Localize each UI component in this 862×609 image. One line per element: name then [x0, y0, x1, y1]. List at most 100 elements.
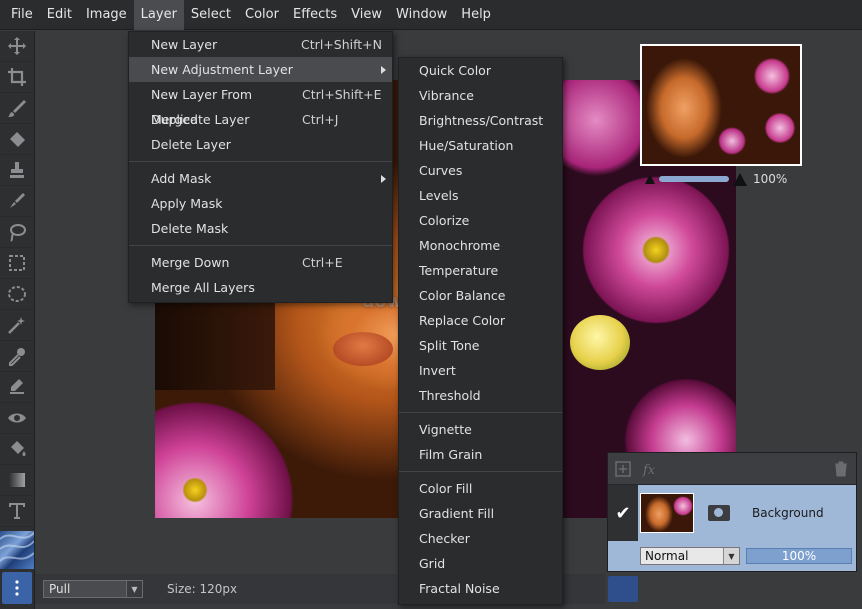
layer-options: Normal ▼ 100%	[608, 541, 856, 571]
submenu-item-curves[interactable]: Curves	[399, 158, 562, 183]
text-tool-icon[interactable]	[0, 496, 33, 527]
zoom-out-icon[interactable]	[645, 174, 655, 184]
eraser-tool-icon[interactable]	[0, 124, 33, 155]
submenu-item-colorize[interactable]: Colorize	[399, 208, 562, 233]
menu-file[interactable]: File	[4, 0, 40, 30]
menu-item-label: Merge All Layers	[151, 280, 255, 295]
layer-menu-dropdown: New Layer Ctrl+Shift+N New Adjustment Lay…	[128, 31, 393, 303]
menu-item-apply-mask[interactable]: Apply Mask	[129, 191, 392, 216]
zoom-in-icon[interactable]	[733, 172, 747, 186]
submenu-item-quick-color[interactable]: Quick Color	[399, 58, 562, 83]
color-swatch[interactable]	[0, 531, 34, 569]
chevron-down-icon: ▼	[126, 581, 142, 597]
tools-panel	[0, 31, 35, 609]
gradient-tool-icon[interactable]	[0, 465, 33, 496]
blend-mode-value: Normal	[645, 549, 689, 563]
layer-visibility-check-icon[interactable]: ✔	[608, 485, 638, 541]
clone-stamp-icon[interactable]	[0, 155, 33, 186]
delete-layer-icon[interactable]	[830, 458, 852, 480]
zoom-value: 100%	[753, 172, 788, 186]
panel-collapse-icon[interactable]	[608, 576, 638, 602]
menu-window[interactable]: Window	[389, 0, 454, 30]
menu-item-delete-layer[interactable]: Delete Layer	[129, 132, 392, 157]
lasso-tool-icon[interactable]	[0, 217, 33, 248]
paint-bucket-icon[interactable]	[0, 434, 33, 465]
menu-image[interactable]: Image	[79, 0, 134, 30]
tool-mode-select[interactable]: Pull ▼	[43, 580, 143, 598]
menu-layer[interactable]: Layer	[133, 0, 184, 30]
menu-item-label: Add Mask	[151, 171, 212, 186]
photo-lips	[333, 332, 393, 366]
menu-item-label: Delete Layer	[151, 137, 231, 152]
menu-item-label: Merge Down	[151, 255, 230, 270]
blend-mode-select[interactable]: Normal ▼	[640, 547, 740, 565]
submenu-item-brightness-contrast[interactable]: Brightness/Contrast	[399, 108, 562, 133]
eyedropper-icon[interactable]	[0, 341, 33, 372]
submenu-item-vignette[interactable]: Vignette	[399, 417, 562, 442]
layers-toolbar: fx	[608, 453, 856, 485]
menu-item-merge-all-layers[interactable]: Merge All Layers	[129, 275, 392, 300]
navigator-preview[interactable]	[640, 44, 802, 166]
menu-select[interactable]: Select	[184, 0, 238, 30]
menu-item-shortcut: Ctrl+Shift+N	[301, 37, 382, 52]
rect-select-icon[interactable]	[0, 248, 33, 279]
submenu-item-film-grain[interactable]: Film Grain	[399, 442, 562, 467]
brush-size-label: Size: 120px	[167, 582, 238, 596]
smudge-tool-icon[interactable]	[0, 372, 33, 403]
submenu-item-fractal-noise[interactable]: Fractal Noise	[399, 576, 562, 601]
layer-opacity-field[interactable]: 100%	[746, 548, 852, 564]
submenu-item-split-tone[interactable]: Split Tone	[399, 333, 562, 358]
menu-item-shortcut: Ctrl+Shift+E	[302, 87, 382, 102]
submenu-item-hue-saturation[interactable]: Hue/Saturation	[399, 133, 562, 158]
menu-view[interactable]: View	[344, 0, 389, 30]
menu-help[interactable]: Help	[454, 0, 498, 30]
menu-item-new-layer-from-merged[interactable]: New Layer From Merged Ctrl+Shift+E	[129, 82, 392, 127]
menu-item-delete-mask[interactable]: Delete Mask	[129, 216, 392, 241]
menu-separator	[129, 157, 392, 166]
submenu-arrow-icon	[381, 175, 386, 183]
menu-edit[interactable]: Edit	[40, 0, 79, 30]
menu-item-new-adjustment-layer[interactable]: New Adjustment Layer	[129, 57, 392, 82]
menu-separator	[129, 241, 392, 250]
menu-item-label: Delete Mask	[151, 221, 229, 236]
submenu-item-grid[interactable]: Grid	[399, 551, 562, 576]
submenu-item-invert[interactable]: Invert	[399, 358, 562, 383]
panel-grip-icon[interactable]	[2, 572, 32, 604]
menubar: File Edit Image Layer Select Color Effec…	[0, 0, 862, 30]
layer-row-background[interactable]: ✔ Background	[608, 485, 856, 541]
add-layer-icon[interactable]	[612, 458, 634, 480]
submenu-item-replace-color[interactable]: Replace Color	[399, 308, 562, 333]
brush-tool-icon[interactable]	[0, 93, 33, 124]
layer-mask-icon[interactable]	[708, 505, 730, 521]
crop-tool-icon[interactable]	[0, 62, 33, 93]
magic-wand-icon[interactable]	[0, 310, 33, 341]
submenu-item-threshold[interactable]: Threshold	[399, 383, 562, 408]
menu-item-label: Duplicate Layer	[151, 112, 250, 127]
submenu-item-levels[interactable]: Levels	[399, 183, 562, 208]
move-tool-icon[interactable]	[0, 31, 33, 62]
submenu-item-gradient-fill[interactable]: Gradient Fill	[399, 501, 562, 526]
menu-item-shortcut: Ctrl+J	[302, 112, 339, 127]
photo-yellow-rose	[570, 315, 630, 370]
submenu-item-temperature[interactable]: Temperature	[399, 258, 562, 283]
menu-color[interactable]: Color	[238, 0, 286, 30]
layer-effects-icon[interactable]: fx	[640, 458, 662, 480]
submenu-item-monochrome[interactable]: Monochrome	[399, 233, 562, 258]
submenu-item-color-balance[interactable]: Color Balance	[399, 283, 562, 308]
zoom-slider[interactable]	[659, 176, 729, 182]
red-eye-icon[interactable]	[0, 403, 33, 434]
submenu-item-checker[interactable]: Checker	[399, 526, 562, 551]
menu-item-new-layer[interactable]: New Layer Ctrl+Shift+N	[129, 32, 392, 57]
menu-item-shortcut: Ctrl+E	[302, 255, 343, 270]
menu-item-add-mask[interactable]: Add Mask	[129, 166, 392, 191]
navigator-thumbnail	[642, 46, 800, 164]
menu-item-duplicate-layer[interactable]: Duplicate Layer Ctrl+J	[129, 107, 392, 132]
menu-separator	[399, 467, 562, 476]
menu-item-merge-down[interactable]: Merge Down Ctrl+E	[129, 250, 392, 275]
menu-item-label: New Layer From Merged	[151, 87, 253, 127]
healing-brush-icon[interactable]	[0, 186, 33, 217]
menu-effects[interactable]: Effects	[286, 0, 344, 30]
submenu-item-color-fill[interactable]: Color Fill	[399, 476, 562, 501]
ellipse-select-icon[interactable]	[0, 279, 33, 310]
submenu-item-vibrance[interactable]: Vibrance	[399, 83, 562, 108]
